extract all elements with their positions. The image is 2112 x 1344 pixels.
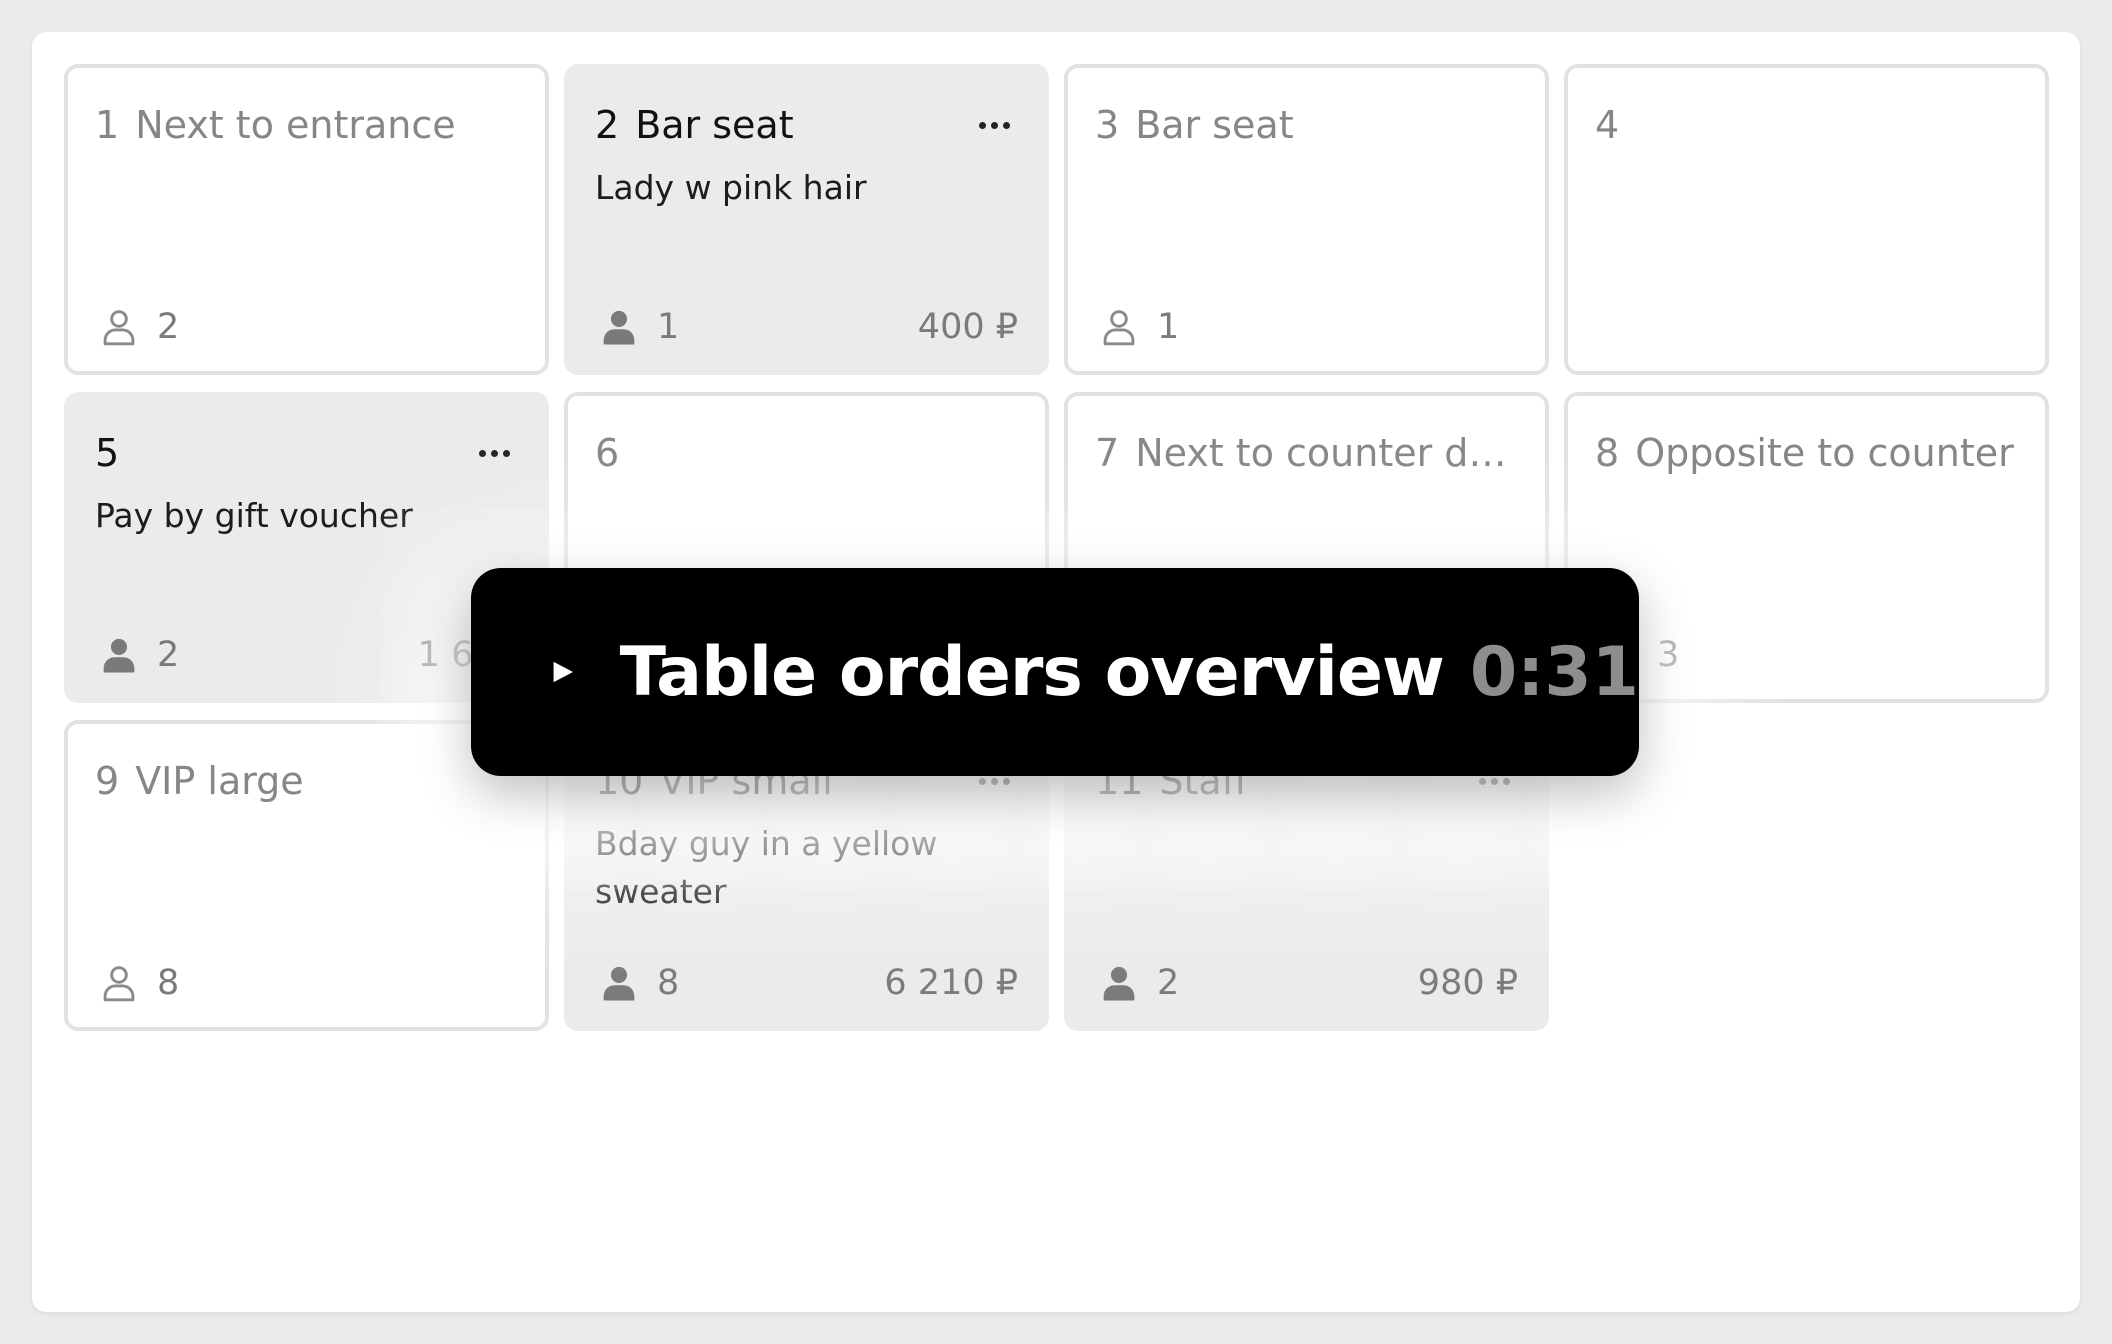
table-name: Opposite to counter <box>1635 431 2014 475</box>
table-header: 5 <box>95 428 518 478</box>
guest-count: 8 <box>657 963 680 1003</box>
table-name: Bar seat <box>1135 103 1294 147</box>
table-header: 9 VIP large <box>95 756 518 806</box>
order-amount: 400 ₽ <box>917 307 1018 347</box>
more-options-icon[interactable] <box>979 121 1018 129</box>
video-duration: 0:31 <box>1469 632 1639 712</box>
table-card-4[interactable]: 4 <box>1564 64 2049 375</box>
table-number: 9 <box>95 759 120 803</box>
more-options-icon[interactable] <box>1479 777 1518 785</box>
table-number: 5 <box>95 431 120 475</box>
person-filled-icon <box>103 638 135 673</box>
table-number: 3 <box>1095 103 1120 147</box>
table-note: Pay by gift voucher <box>95 496 413 535</box>
more-options-icon[interactable] <box>979 777 1018 785</box>
person-filled-icon <box>603 310 635 345</box>
guest-count: 1 <box>1157 307 1180 347</box>
table-footer: 2 <box>95 307 518 347</box>
table-name: VIP large <box>135 759 304 803</box>
table-header: 7 Next to counter de... <box>1095 428 1518 478</box>
table-header: 1 Next to entrance <box>95 100 518 150</box>
guest-count: 2 <box>157 635 180 675</box>
table-name: Next to counter de... <box>1135 431 1518 475</box>
table-number: 4 <box>1595 103 1620 147</box>
table-note: Bday guy in a yellow sweater <box>595 824 938 911</box>
guest-count: 3 <box>1657 635 1680 675</box>
order-amount: 6 210 ₽ <box>884 963 1018 1003</box>
table-footer: 2 1 650 <box>95 635 518 675</box>
person-filled-icon <box>1103 966 1135 1001</box>
table-name: Next to entrance <box>135 103 456 147</box>
table-header: 6 <box>595 428 1018 478</box>
order-amount: 980 ₽ <box>1417 963 1518 1003</box>
table-header: 2 Bar seat <box>595 100 1018 150</box>
table-footer: 3 <box>1595 635 2018 675</box>
video-title: Table orders overview <box>619 632 1445 712</box>
table-card-2[interactable]: 2 Bar seat Lady w pink hair 1 400 ₽ <box>564 64 1049 375</box>
table-header: 8 Opposite to counter <box>1595 428 2018 478</box>
table-header: 4 <box>1595 100 2018 150</box>
video-play-button[interactable]: Table orders overview 0:31 <box>471 568 1639 776</box>
guest-count: 8 <box>157 963 180 1003</box>
guest-count: 2 <box>1157 963 1180 1003</box>
table-number: 2 <box>595 103 620 147</box>
play-icon <box>553 661 574 683</box>
person-outline-icon <box>103 966 135 1002</box>
table-footer: 8 <box>95 963 518 1003</box>
table-number: 6 <box>595 431 620 475</box>
table-footer: 1 400 ₽ <box>595 307 1018 347</box>
guest-count: 2 <box>157 307 180 347</box>
table-note: Lady w pink hair <box>595 168 867 207</box>
table-footer: 2 980 ₽ <box>1095 963 1518 1003</box>
table-footer: 8 6 210 ₽ <box>595 963 1018 1003</box>
guest-count: 1 <box>657 307 680 347</box>
table-number: 7 <box>1095 431 1120 475</box>
table-header: 3 Bar seat <box>1095 100 1518 150</box>
person-filled-icon <box>603 966 635 1001</box>
person-outline-icon <box>1103 310 1135 346</box>
table-number: 1 <box>95 103 120 147</box>
table-card-3[interactable]: 3 Bar seat 1 <box>1064 64 1549 375</box>
table-name: Bar seat <box>635 103 794 147</box>
table-card-1[interactable]: 1 Next to entrance 2 <box>64 64 549 375</box>
more-options-icon[interactable] <box>479 449 518 457</box>
person-outline-icon <box>103 310 135 346</box>
table-card-9[interactable]: 9 VIP large 8 <box>64 720 549 1031</box>
table-number: 8 <box>1595 431 1620 475</box>
table-footer: 1 <box>1095 307 1518 347</box>
